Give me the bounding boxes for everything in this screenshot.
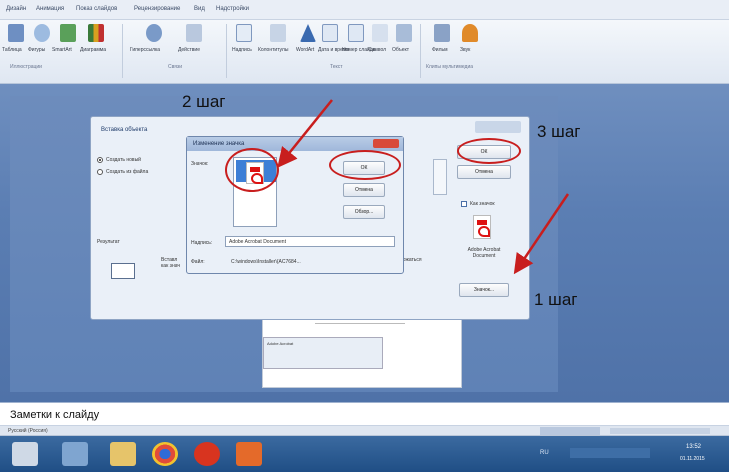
notes-placeholder: Заметки к слайду: [10, 409, 100, 421]
step1-annotation: 1 шаг: [534, 290, 578, 309]
step3-annotation: 3 шаг: [537, 122, 581, 141]
arrow-step2: [277, 99, 333, 168]
step2-annotation: 2 шаг: [182, 92, 226, 111]
explorer-icon[interactable]: [62, 442, 88, 466]
chrome-icon[interactable]: [152, 442, 178, 466]
language-indicator[interactable]: RU: [540, 450, 549, 456]
view-buttons[interactable]: [540, 427, 600, 435]
powerpoint-icon[interactable]: [236, 442, 262, 466]
start-icon[interactable]: [12, 442, 38, 466]
tray-icons[interactable]: [570, 448, 650, 458]
language-status[interactable]: Русский (Россия): [8, 428, 48, 434]
zoom-slider[interactable]: [610, 428, 710, 434]
status-bar: Русский (Россия): [0, 426, 729, 436]
yandex-icon[interactable]: [194, 442, 220, 466]
clock-date[interactable]: 01.11.2015: [680, 456, 705, 462]
folder-icon[interactable]: [110, 442, 136, 466]
arrow-step1: [513, 193, 570, 275]
taskbar: RU 13:52 01.11.2015: [0, 436, 729, 472]
notes-pane[interactable]: Заметки к слайду: [0, 402, 729, 426]
clock-time[interactable]: 13:52: [686, 444, 701, 450]
